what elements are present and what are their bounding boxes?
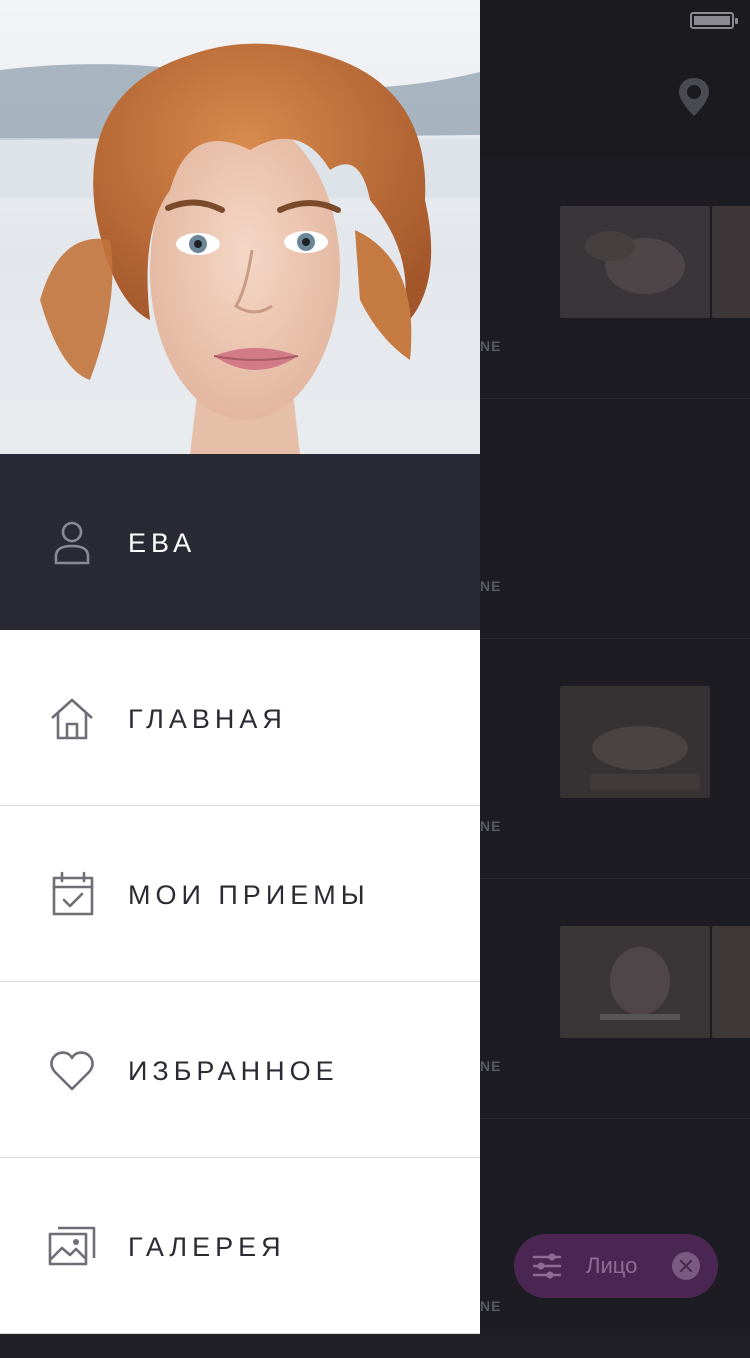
row-tag: NE xyxy=(480,818,502,834)
menu-item-label: ГАЛЕРЕЯ xyxy=(128,1232,286,1262)
row-tag: NE xyxy=(480,578,502,594)
navigation-drawer: ЕВА ГЛАВНАЯ МОИ ПРИЕМЫ ИЗБРАННОЕ ГАЛЕРЕЯ xyxy=(0,0,480,1334)
menu-item-favorites[interactable]: ИЗБРАННОЕ xyxy=(0,982,480,1158)
list-item[interactable]: NE xyxy=(480,638,750,879)
menu-item-home[interactable]: ГЛАВНАЯ xyxy=(0,630,480,806)
profile-photo xyxy=(0,0,480,454)
home-icon xyxy=(51,698,93,740)
location-pin-icon[interactable] xyxy=(676,76,712,118)
service-image xyxy=(560,926,710,1038)
user-profile-item[interactable]: ЕВА xyxy=(0,454,480,630)
service-image xyxy=(560,686,710,798)
battery-icon xyxy=(690,12,738,29)
menu-item-label: МОИ ПРИЕМЫ xyxy=(128,880,370,910)
service-image xyxy=(560,206,710,318)
menu-item-gallery[interactable]: ГАЛЕРЕЯ xyxy=(0,1158,480,1334)
clear-filter-icon[interactable] xyxy=(672,1252,700,1280)
user-icon xyxy=(54,521,90,565)
menu-item-appointments[interactable]: МОИ ПРИЕМЫ xyxy=(0,806,480,982)
heart-icon xyxy=(50,1051,94,1091)
menu-item-label: ГЛАВНАЯ xyxy=(128,704,287,734)
row-tag: NE xyxy=(480,1058,502,1074)
user-name: ЕВА xyxy=(128,528,197,558)
list-item[interactable]: NE xyxy=(480,158,750,399)
filter-chip-label: Лицо xyxy=(586,1253,638,1278)
row-tag: NE xyxy=(480,1298,502,1314)
calendar-check-icon xyxy=(52,871,94,916)
gallery-icon xyxy=(48,1226,96,1266)
list-item[interactable]: NE xyxy=(480,878,750,1119)
service-image xyxy=(712,926,750,1038)
filter-chip[interactable]: Лицо xyxy=(514,1234,718,1298)
service-image xyxy=(712,206,750,318)
list-item[interactable]: NE xyxy=(480,398,750,639)
filter-sliders-icon xyxy=(532,1253,562,1279)
row-tag: NE xyxy=(480,338,502,354)
menu-item-label: ИЗБРАННОЕ xyxy=(128,1056,339,1086)
